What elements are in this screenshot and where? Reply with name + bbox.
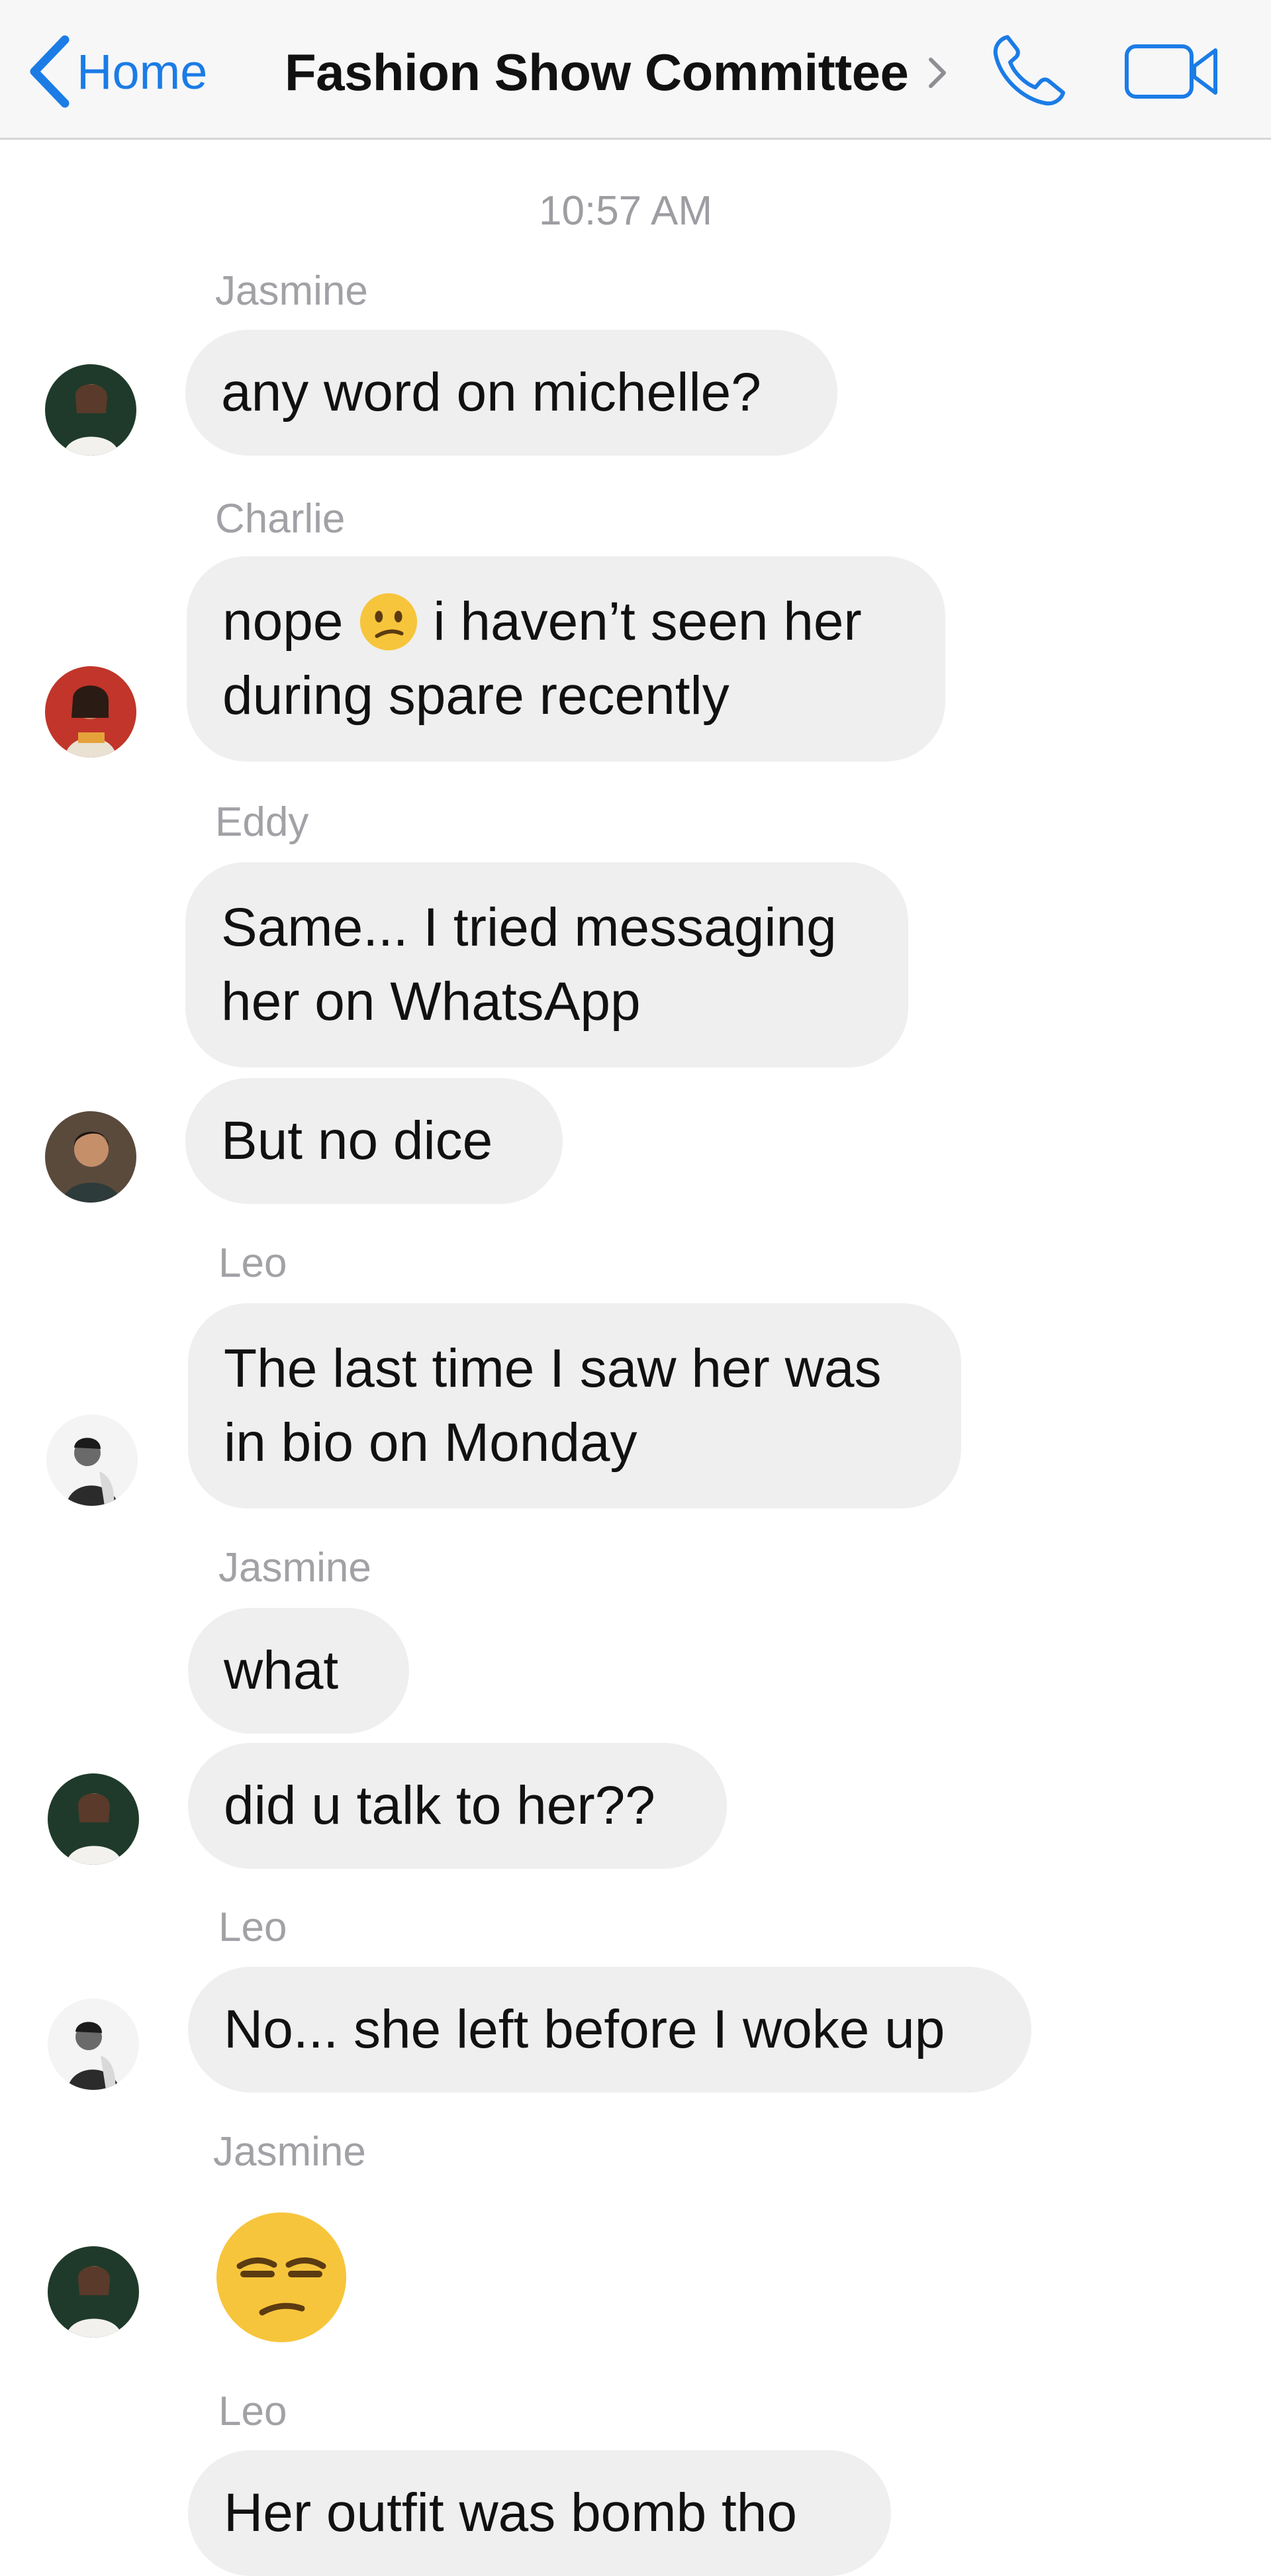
conversation-title-button[interactable]: Fashion Show Committee [285,42,951,103]
sender-name: Eddy [215,799,309,845]
phone-call-icon[interactable] [988,30,1074,110]
message-bubble[interactable]: The last time I saw her was in bio on Mo… [188,1303,961,1509]
avatar-jasmine[interactable] [48,1773,139,1865]
message-text: her on WhatsApp [221,971,641,1032]
avatar-jasmine[interactable] [45,364,136,456]
message-bubble[interactable]: what [188,1608,409,1734]
message-bubble[interactable]: nope i haven’t seen her during spare rec… [187,556,945,762]
sender-name: Jasmine [213,2129,366,2175]
avatar-leo[interactable] [48,1999,139,2090]
message-bubble[interactable]: No... she left before I woke up [188,1967,1031,2093]
sender-name: Leo [218,1240,287,1286]
chevron-left-icon [30,35,70,108]
avatar-charlie[interactable] [45,666,136,758]
message-bubble[interactable]: Same... I tried messaging her on WhatsAp… [185,862,908,1067]
avatar-leo[interactable] [46,1414,138,1506]
message-text: Her outfit was bomb tho [224,2483,797,2543]
sender-name: Jasmine [215,268,368,314]
message-bubble[interactable]: But no dice [185,1078,563,1204]
message-timestamp: 10:57 AM [539,188,712,234]
message-bubble[interactable]: did u talk to her?? [188,1743,727,1869]
chevron-right-icon [929,57,947,88]
confused-face-emoji-icon [360,593,418,651]
video-call-icon[interactable] [1123,37,1219,106]
back-button[interactable]: Home [26,32,207,111]
conversation-title: Fashion Show Committee [285,43,909,101]
message-text: during spare recently [222,666,730,726]
message-text: nope [222,591,344,652]
message-text: No... she left before I woke up [224,1999,945,2059]
message-text: But no dice [221,1111,493,1171]
message-bubble[interactable]: Her outfit was bomb tho [188,2450,891,2576]
sender-name: Charlie [215,496,346,542]
message-text: did u talk to her?? [224,1775,655,1836]
navigation-bar: Home Fashion Show Committee [0,0,1271,140]
message-text: Same... I tried messaging [221,897,837,958]
message-text: i haven’t seen her [433,591,862,652]
sender-name: Jasmine [218,1545,371,1591]
message-text: what [224,1640,339,1701]
sender-name: Leo [218,2389,287,2434]
avatar-jasmine[interactable] [48,2246,139,2338]
avatar-eddy[interactable] [45,1111,136,1203]
message-text: in bio on Monday [224,1412,637,1473]
message-bubble[interactable]: any word on michelle? [185,330,837,456]
unamused-face-emoji-icon[interactable] [213,2209,350,2346]
message-text: The last time I saw her was [224,1338,882,1399]
message-text: any word on michelle? [221,362,761,422]
back-label: Home [77,44,208,99]
sender-name: Leo [218,1905,287,1950]
